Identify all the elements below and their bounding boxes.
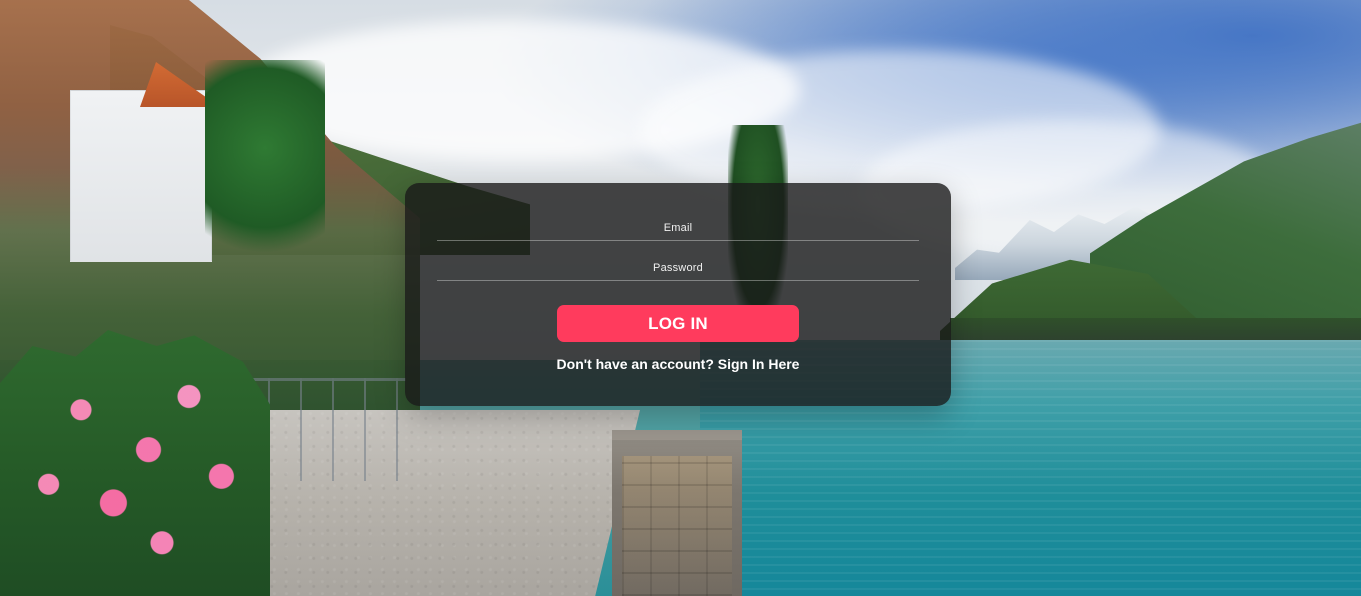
email-underline [437, 240, 919, 241]
signup-prompt: Don't have an account? Sign In Here [405, 356, 951, 372]
password-input[interactable] [437, 255, 919, 281]
password-field-container [437, 255, 919, 281]
background-tree [205, 60, 325, 280]
login-page: LOG IN Don't have an account? Sign In He… [0, 0, 1361, 596]
email-field-container [437, 215, 919, 241]
email-input[interactable] [437, 215, 919, 241]
signup-prompt-text: Don't have an account? [556, 356, 714, 372]
background-house [70, 90, 212, 262]
background-flowers [0, 330, 270, 596]
password-underline [437, 280, 919, 281]
login-panel: LOG IN Don't have an account? Sign In He… [405, 183, 951, 406]
signup-link[interactable]: Sign In Here [718, 356, 800, 372]
login-button[interactable]: LOG IN [557, 305, 799, 342]
background-stone-pillar [612, 430, 742, 596]
